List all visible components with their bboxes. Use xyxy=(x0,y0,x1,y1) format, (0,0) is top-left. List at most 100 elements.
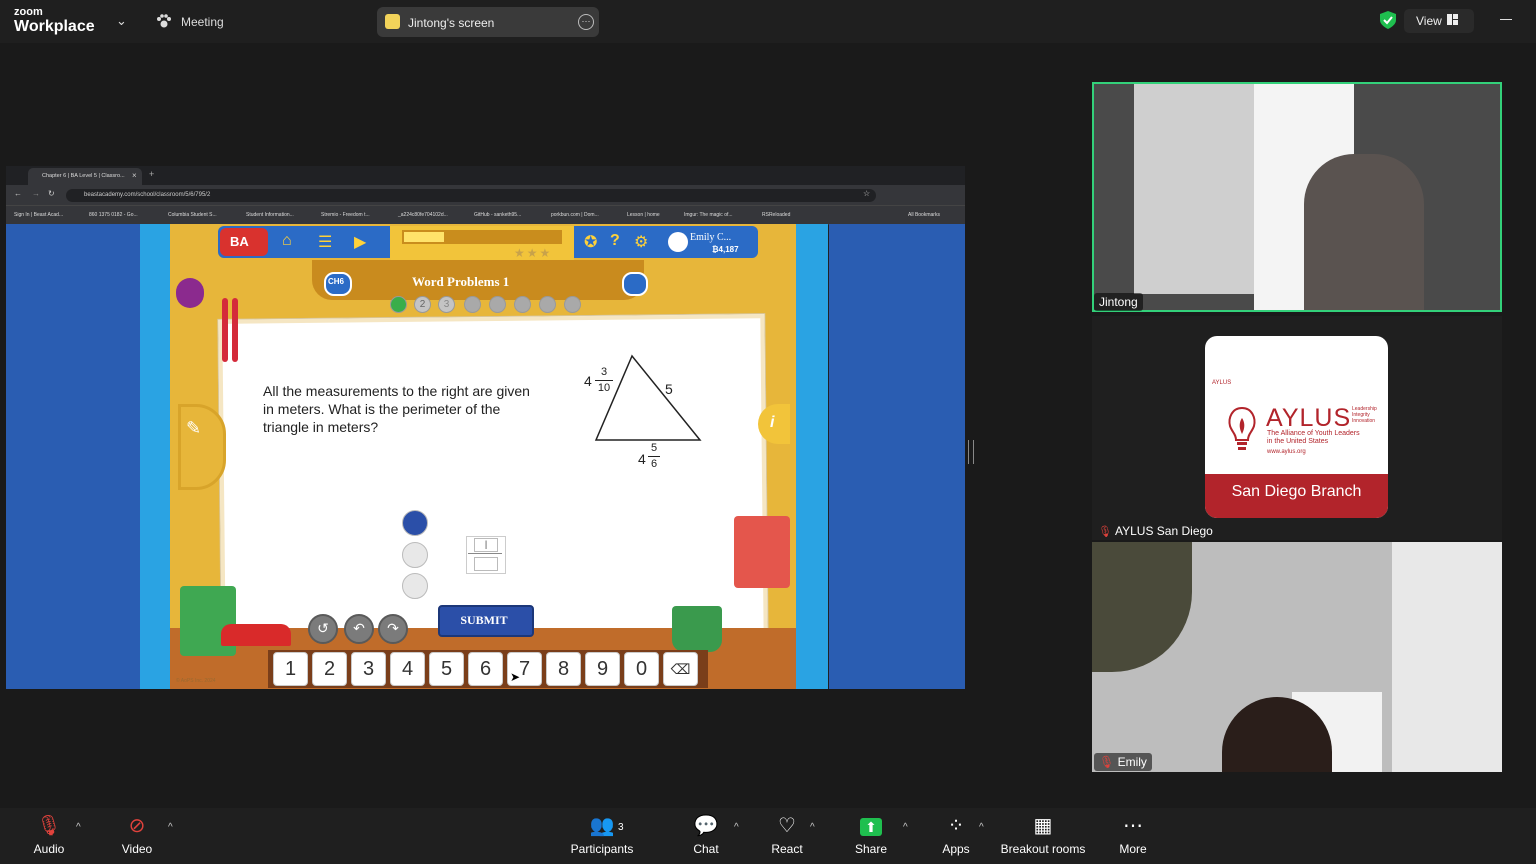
undo-icon[interactable]: ↶ xyxy=(344,614,374,644)
react-caret-icon[interactable]: ^ xyxy=(810,822,815,833)
bookmark-item[interactable]: Lesson | home xyxy=(627,212,660,218)
bookmark-item[interactable]: Stremio - Freedom t... xyxy=(321,212,370,218)
resize-handle[interactable] xyxy=(968,440,974,464)
audio-button[interactable]: 🎙 Audio xyxy=(26,814,72,856)
numpad-key-5[interactable]: 5 xyxy=(429,652,464,686)
fraction-tool-button[interactable] xyxy=(402,510,428,536)
reset-icon[interactable]: ↺ xyxy=(308,614,338,644)
answer-denominator-field[interactable] xyxy=(474,557,498,571)
bookmark-item[interactable]: Columbia Student S... xyxy=(168,212,217,218)
meeting-label[interactable]: Meeting xyxy=(181,15,224,29)
new-tab-icon[interactable]: + xyxy=(149,169,154,179)
redo-icon[interactable]: ↷ xyxy=(378,614,408,644)
problem-dot-locked xyxy=(464,296,481,313)
numpad-key-0[interactable]: 0 xyxy=(624,652,659,686)
bookmark-item[interactable]: Imgur: The magic of... xyxy=(684,212,733,218)
back-icon[interactable]: ← xyxy=(14,189,22,198)
problem-dot-current[interactable]: 2 xyxy=(414,296,431,313)
reload-icon[interactable]: ↻ xyxy=(48,189,55,198)
aylus-subtitle: The Alliance of Youth Leaders in the Uni… xyxy=(1267,430,1360,445)
close-tab-icon[interactable]: × xyxy=(132,171,137,180)
brand-workplace[interactable]: Workplace xyxy=(14,18,95,36)
avatar[interactable] xyxy=(668,232,688,252)
browser-tab[interactable]: Chapter 6 | BA Level 5 | Classro... × xyxy=(28,168,142,185)
backspace-icon[interactable]: ⌫ xyxy=(663,652,698,686)
address-bar-url: beastacademy.com/school/classroom/5/6/79… xyxy=(84,192,211,198)
page-background-left xyxy=(6,224,146,689)
award-icon[interactable]: ✪ xyxy=(584,232,597,252)
star-icon[interactable]: ☆ xyxy=(863,189,870,198)
video-icon[interactable]: ▶ xyxy=(354,232,366,252)
numpad-key-2[interactable]: 2 xyxy=(312,652,347,686)
share-label: Share xyxy=(854,842,888,856)
answer-numerator-field[interactable]: | xyxy=(474,538,498,552)
problem-dot-complete[interactable] xyxy=(390,296,407,313)
video-caret-icon[interactable]: ^ xyxy=(168,822,173,833)
shield-check-icon[interactable] xyxy=(1380,11,1396,29)
help-icon[interactable]: ? xyxy=(610,232,620,250)
bookmark-item[interactable]: RSReloaded xyxy=(762,212,790,218)
gear-icon[interactable]: ⚙ xyxy=(634,232,648,252)
participants-button[interactable]: 👥 Participants xyxy=(566,814,638,856)
heart-icon: ♡ xyxy=(778,815,796,837)
mixed-number-tool-button[interactable] xyxy=(402,542,428,568)
numpad-key-4[interactable]: 4 xyxy=(390,652,425,686)
bookmark-item[interactable]: 860 1375 0182 - Go... xyxy=(89,212,138,218)
share-caret-icon[interactable]: ^ xyxy=(903,822,908,833)
problem-dot[interactable]: 3 xyxy=(438,296,455,313)
chevron-down-icon[interactable]: ⌄ xyxy=(116,13,127,29)
bookmark-item[interactable]: Student Information... xyxy=(246,212,294,218)
breakout-rooms-button[interactable]: ▦ Breakout rooms xyxy=(998,814,1088,856)
lesson-book-button[interactable] xyxy=(622,272,648,296)
audio-caret-icon[interactable]: ^ xyxy=(76,822,81,833)
bookmark-item[interactable]: GitHub - sanketh95... xyxy=(474,212,521,218)
video-tile-jintong[interactable] xyxy=(1092,82,1502,312)
participant-name-emily: 🎙 Emily xyxy=(1094,753,1152,771)
numpad-key-8[interactable]: 8 xyxy=(546,652,581,686)
apps-caret-icon[interactable]: ^ xyxy=(979,822,984,833)
aylus-wordmark: AYLUS xyxy=(1266,404,1352,432)
side-right-length: 5 xyxy=(665,381,673,397)
mic-muted-icon: 🎙 xyxy=(1099,755,1115,769)
whole-number-tool-button[interactable] xyxy=(402,573,428,599)
numpad-key-9[interactable]: 9 xyxy=(585,652,620,686)
apps-icon: ⁘ xyxy=(947,815,965,837)
participant-name-aylus: AYLUS San Diego xyxy=(1115,524,1213,538)
scratchpad-tab[interactable] xyxy=(178,404,226,490)
participants-count: 3 xyxy=(618,822,624,833)
numpad-key-3[interactable]: 3 xyxy=(351,652,386,686)
forward-icon[interactable]: → xyxy=(32,189,40,198)
more-options-icon[interactable]: ··· xyxy=(578,14,594,30)
bookmark-item[interactable]: All Bookmarks xyxy=(908,212,940,218)
shared-screen[interactable]: Chapter 6 | BA Level 5 | Classro... × + … xyxy=(6,166,965,689)
more-button[interactable]: ⋯ More xyxy=(1112,814,1154,856)
answer-fraction-bar xyxy=(468,553,502,554)
page-stripe-left xyxy=(140,224,170,689)
chat-button[interactable]: 💬 Chat xyxy=(686,814,726,856)
bookmark-item[interactable]: _a224c80fe704102d... xyxy=(398,212,448,218)
fraction-bar xyxy=(595,380,613,381)
numpad-key-6[interactable]: 6 xyxy=(468,652,503,686)
pencil-icon[interactable]: ✎ xyxy=(186,418,201,439)
progress-fill xyxy=(404,232,444,242)
video-tile-emily[interactable] xyxy=(1092,542,1502,772)
apps-button[interactable]: ⁘ Apps xyxy=(936,814,976,856)
video-button[interactable]: ⊘ Video xyxy=(114,814,160,856)
book-icon[interactable]: ☰ xyxy=(318,232,332,252)
home-icon[interactable]: ⌂ xyxy=(282,232,292,250)
lightbulb-flame-icon xyxy=(1228,406,1256,450)
mug-decoration xyxy=(672,606,722,652)
chat-caret-icon[interactable]: ^ xyxy=(734,822,739,833)
numpad-key-1[interactable]: 1 xyxy=(273,652,308,686)
share-button[interactable]: ⬆ Share xyxy=(850,814,892,856)
lesson-title: Word Problems 1 xyxy=(412,274,510,289)
bookmark-item[interactable]: Sign In | Beast Acad... xyxy=(14,212,63,218)
react-button[interactable]: ♡ React xyxy=(766,814,808,856)
user-name[interactable]: Emily C... xyxy=(690,232,731,243)
submit-label: SUBMIT xyxy=(460,613,508,627)
bookmark-item[interactable]: porkbun.com | Dom... xyxy=(551,212,599,218)
mic-muted-icon: 🎙 xyxy=(1098,526,1112,538)
side-logo-button[interactable] xyxy=(176,278,204,308)
screen-share-label: Jintong's screen xyxy=(408,16,495,30)
minimize-icon[interactable] xyxy=(1500,19,1512,20)
